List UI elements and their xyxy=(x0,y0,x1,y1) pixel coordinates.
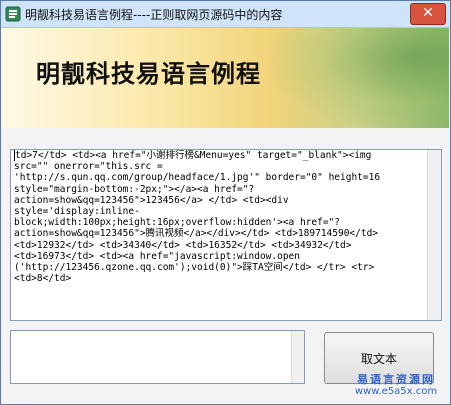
banner-decoration xyxy=(269,28,449,128)
source-textbox[interactable]: td>7</td> <td><a href="小谢排行榜&Menu=yes" t… xyxy=(10,149,442,321)
watermark-url: www.e5a5x.com xyxy=(354,386,438,397)
source-line-text: td>7</td> <td><a href="小谢排行榜&Menu=yes" t… xyxy=(15,150,372,161)
source-line: action=show&qq=123456">123456</a> </td> … xyxy=(14,194,289,206)
source-line: <td>16973</td> <td><a href="javascript:w… xyxy=(14,250,300,262)
window-title: 明靓科技易语言例程----正则取网页源码中的内容 xyxy=(25,8,283,22)
app-icon xyxy=(5,6,21,22)
fetch-text-label: 取文本 xyxy=(360,351,397,366)
source-line: style="margin-bottom:-2px;"></a><a href=… xyxy=(14,183,255,195)
app-window: 明靓科技易语言例程----正则取网页源码中的内容 ✕ 明靓科技易语言例程 td>… xyxy=(0,0,451,405)
output-textbox[interactable] xyxy=(10,330,305,384)
source-line: ('http://123456.qzone.qq.com');void(0)">… xyxy=(14,262,375,274)
close-icon: ✕ xyxy=(422,5,434,21)
source-line: block;width:100px;height:16px;overflow:h… xyxy=(14,217,341,229)
close-button[interactable]: ✕ xyxy=(410,3,446,25)
banner-title: 明靓科技易语言例程 xyxy=(36,59,261,88)
source-line: <td>12932</td> <td>34340</td> <td>16352<… xyxy=(14,239,352,251)
watermark-name: 易语言资源网 xyxy=(357,373,435,386)
source-line: style='display:inline- xyxy=(14,206,140,218)
source-line: 'http://s.qun.qq.com/group/headface/1.jp… xyxy=(14,172,381,184)
source-line: td>7</td> <td><a href="小谢排行榜&Menu=yes" t… xyxy=(14,150,427,161)
source-text: td>7</td> <td><a href="小谢排行榜&Menu=yes" t… xyxy=(14,150,427,284)
source-line: <td>8</td> xyxy=(14,273,72,285)
output-scrollbar[interactable] xyxy=(291,331,304,383)
banner: 明靓科技易语言例程 xyxy=(2,28,449,128)
source-scrollbar[interactable] xyxy=(427,150,441,320)
source-line: action=show&qq=123456">腾讯视频</a></div></t… xyxy=(14,228,379,240)
watermark: 易语言资源网 www.e5a5x.com xyxy=(336,373,451,398)
source-line: src="" onerror="this.src = xyxy=(14,161,163,173)
title-bar[interactable]: 明靓科技易语言例程----正则取网页源码中的内容 ✕ xyxy=(1,1,450,28)
